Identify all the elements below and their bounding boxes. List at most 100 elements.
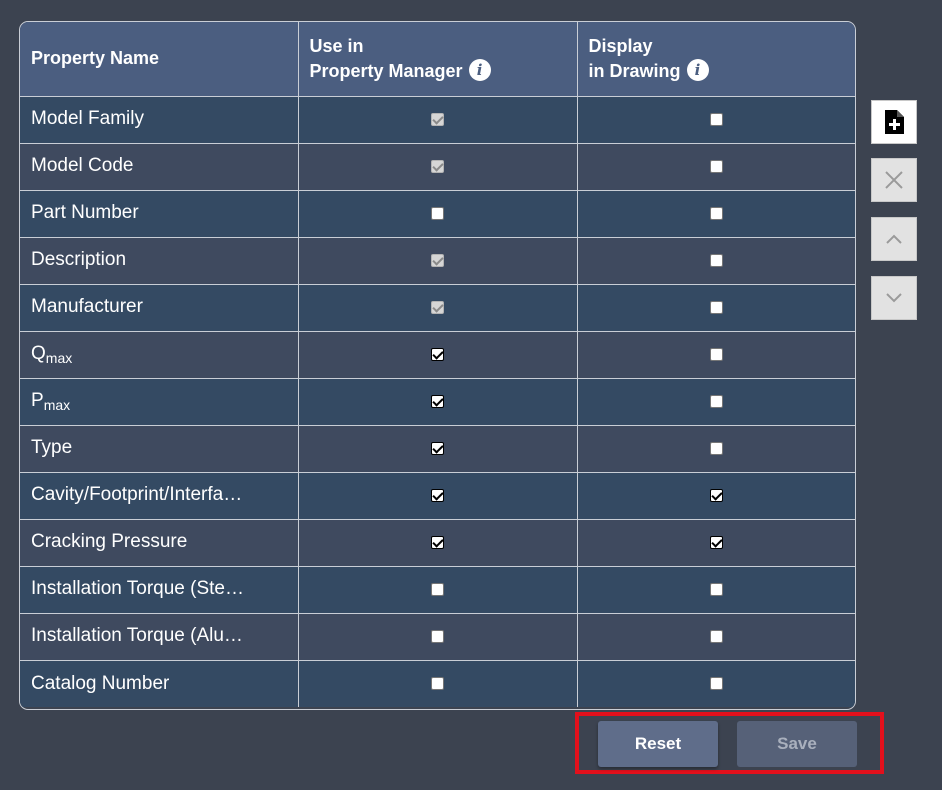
reset-button[interactable]: Reset (598, 721, 718, 767)
header-property-name-label: Property Name (31, 48, 160, 69)
property-name-text: Installation Torque (Ste… (31, 578, 244, 600)
table-row[interactable]: Installation Torque (Ste… (20, 566, 855, 614)
display-in-drawing-checkbox[interactable] (709, 535, 723, 549)
property-name-text: Q (31, 343, 46, 364)
table-row[interactable]: Manufacturer (20, 284, 855, 332)
property-name-text: Type (31, 437, 73, 459)
display-in-drawing-checkbox[interactable] (709, 677, 723, 691)
display-in-drawing-checkbox[interactable] (709, 300, 723, 314)
add-property-button[interactable] (871, 100, 917, 144)
property-name-text: Manufacturer (31, 296, 143, 318)
property-name-subscript: max (45, 350, 73, 366)
property-name: Cracking Pressure (31, 531, 187, 553)
property-name-cell: Cracking Pressure (20, 519, 299, 567)
move-down-button[interactable] (871, 276, 917, 320)
close-icon (885, 171, 903, 189)
table-row[interactable]: Description (20, 237, 855, 285)
property-name: Catalog Number (31, 673, 169, 695)
use-in-property-manager-checkbox[interactable] (431, 441, 444, 455)
use-in-property-manager-checkbox[interactable] (431, 629, 444, 643)
display-in-drawing-checkbox-cell (577, 143, 855, 191)
display-in-drawing-checkbox-cell (577, 284, 855, 332)
table-row[interactable]: Model Code (20, 143, 855, 191)
use-in-property-manager-checkbox[interactable] (431, 488, 444, 502)
chevron-down-icon (886, 293, 902, 303)
table-row[interactable]: Qmax (20, 331, 855, 379)
table-row[interactable]: Part Number (20, 190, 855, 238)
display-in-drawing-checkbox[interactable] (709, 112, 723, 126)
table-row[interactable]: Type (20, 425, 855, 473)
display-in-drawing-checkbox-cell (577, 472, 855, 520)
header-display-label-line2: in Drawing (588, 60, 681, 81)
property-name-cell: Description (20, 237, 299, 285)
property-name-cell: Cavity/Footprint/Interfa… (20, 472, 299, 520)
info-icon[interactable]: i (468, 58, 491, 81)
property-name: Type (31, 437, 72, 459)
display-in-drawing-checkbox-cell (577, 519, 855, 567)
table-row[interactable]: Model Family (20, 96, 855, 144)
use-in-property-manager-checkbox[interactable] (431, 582, 444, 596)
property-name-cell: Catalog Number (20, 660, 299, 707)
display-in-drawing-checkbox[interactable] (709, 347, 723, 361)
header-property-name: Property Name (20, 22, 299, 97)
display-in-drawing-checkbox-cell (577, 660, 855, 707)
add-file-icon (885, 110, 904, 134)
display-in-drawing-checkbox-cell (577, 96, 855, 144)
delete-property-button[interactable] (871, 158, 917, 202)
save-button[interactable]: Save (737, 721, 857, 767)
display-in-drawing-checkbox-cell (577, 331, 855, 379)
use-in-property-manager-checkbox (431, 300, 444, 314)
header-display-in-drawing: Display in Drawing i (577, 22, 855, 97)
display-in-drawing-checkbox-cell (577, 613, 855, 661)
property-name: Description (31, 249, 126, 271)
move-up-button[interactable] (871, 217, 917, 261)
use-in-property-manager-checkbox-cell (298, 660, 578, 707)
property-name-text: Installation Torque (Alu… (31, 625, 243, 647)
header-display-label-line1: Display (588, 35, 653, 56)
use-in-property-manager-checkbox (431, 159, 444, 173)
use-in-property-manager-checkbox-cell (298, 378, 578, 426)
use-in-property-manager-checkbox-cell (298, 566, 578, 614)
display-in-drawing-checkbox[interactable] (709, 206, 723, 220)
use-in-property-manager-checkbox-cell (298, 96, 578, 144)
property-name-cell: Installation Torque (Ste… (20, 566, 299, 614)
use-in-property-manager-checkbox-cell (298, 472, 578, 520)
property-name: Part Number (31, 202, 139, 224)
property-name-text: Cavity/Footprint/Interfa… (31, 484, 243, 506)
display-in-drawing-checkbox[interactable] (709, 394, 723, 408)
display-in-drawing-checkbox-cell (577, 237, 855, 285)
display-in-drawing-checkbox[interactable] (709, 159, 723, 173)
header-use-label-line2: Property Manager (309, 60, 463, 81)
property-name: Manufacturer (31, 296, 143, 318)
use-in-property-manager-checkbox[interactable] (431, 394, 444, 408)
table-row[interactable]: Pmax (20, 378, 855, 426)
table-row[interactable]: Catalog Number (20, 660, 855, 707)
table-row[interactable]: Installation Torque (Alu… (20, 613, 855, 661)
property-name-cell: Qmax (20, 331, 299, 379)
property-name-text: Description (31, 249, 127, 271)
property-name-text: Catalog Number (31, 672, 170, 694)
use-in-property-manager-checkbox-cell (298, 331, 578, 379)
info-icon[interactable]: i (686, 58, 709, 81)
property-name-cell: Manufacturer (20, 284, 299, 332)
display-in-drawing-checkbox[interactable] (709, 488, 723, 502)
use-in-property-manager-checkbox-cell (298, 143, 578, 191)
header-use-label-line1: Use in (309, 35, 364, 56)
property-name: Model Code (31, 155, 133, 177)
use-in-property-manager-checkbox-cell (298, 190, 578, 238)
table-row[interactable]: Cavity/Footprint/Interfa… (20, 472, 855, 520)
property-name-text: Model Family (31, 108, 144, 130)
display-in-drawing-checkbox[interactable] (709, 582, 723, 596)
header-use-in-property-manager: Use in Property Manager i (298, 22, 578, 97)
display-in-drawing-checkbox[interactable] (709, 629, 723, 643)
use-in-property-manager-checkbox[interactable] (431, 677, 444, 691)
use-in-property-manager-checkbox[interactable] (431, 206, 444, 220)
display-in-drawing-checkbox[interactable] (709, 441, 723, 455)
property-name-cell: Pmax (20, 378, 299, 426)
display-in-drawing-checkbox[interactable] (709, 253, 723, 267)
use-in-property-manager-checkbox[interactable] (431, 347, 444, 361)
chevron-up-icon (886, 234, 902, 244)
use-in-property-manager-checkbox-cell (298, 284, 578, 332)
table-row[interactable]: Cracking Pressure (20, 519, 855, 567)
use-in-property-manager-checkbox[interactable] (431, 535, 444, 549)
